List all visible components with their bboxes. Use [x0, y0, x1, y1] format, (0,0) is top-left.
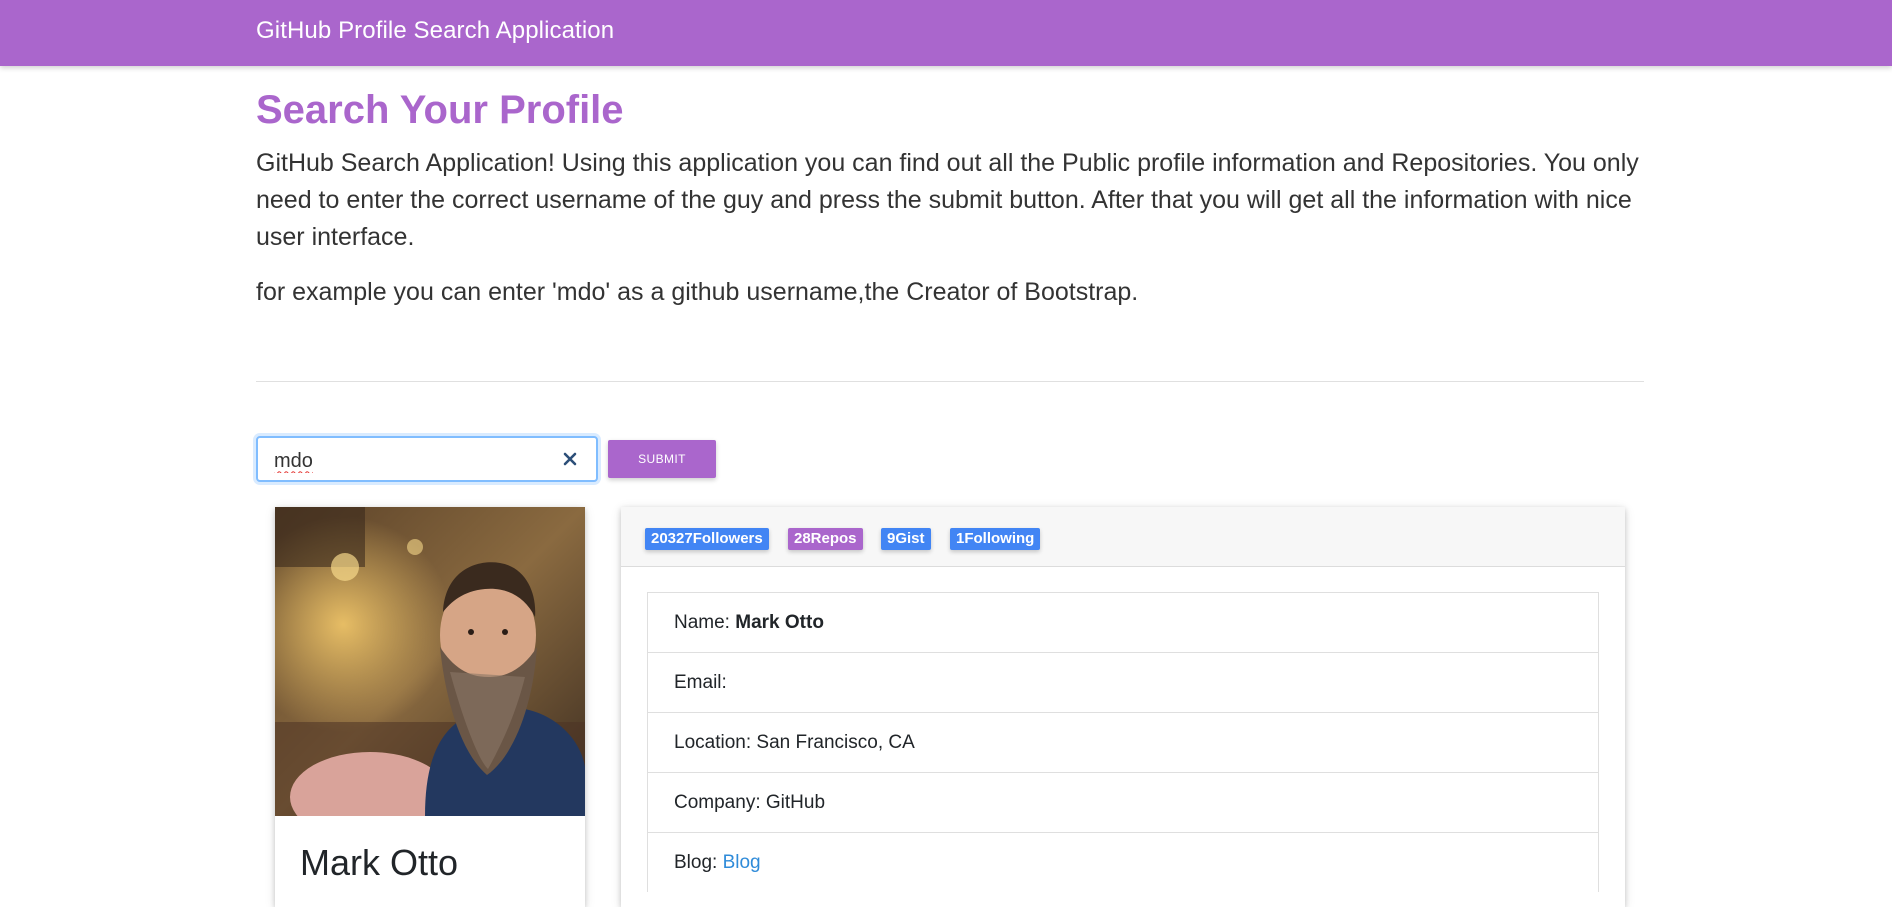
navbar-brand[interactable]: GitHub Profile Search Application	[256, 17, 614, 45]
close-x-icon[interactable]	[560, 449, 580, 469]
list-item-name: Name: Mark Otto	[647, 592, 1599, 652]
user-photo	[275, 507, 585, 816]
profile-info-list: Name: Mark Otto Email: Location: San Fra…	[647, 592, 1599, 892]
followers-badge: 20327Followers	[645, 528, 769, 550]
name-value: Mark Otto	[735, 612, 824, 633]
company-value: GitHub	[765, 792, 826, 813]
gist-badge: 9Gist	[881, 528, 931, 550]
following-badge: 1Following	[950, 528, 1041, 550]
page-title: Search Your Profile	[256, 88, 624, 132]
stats-header: 20327Followers 28Repos 9Gist 1Following	[621, 507, 1625, 567]
repos-badge: 28Repos	[788, 528, 863, 550]
list-item-company: Company: GitHub	[647, 772, 1599, 832]
list-item-blog: Blog: Blog	[647, 832, 1599, 892]
location-label: Location:	[674, 732, 757, 753]
list-item-location: Location: San Francisco, CA	[647, 712, 1599, 772]
navbar: GitHub Profile Search Application	[0, 0, 1892, 66]
example-text: for example you can enter 'mdo' as a git…	[256, 278, 1139, 306]
blog-link[interactable]: Blog	[723, 852, 761, 873]
name-label: Name:	[674, 612, 736, 633]
location-value: San Francisco, CA	[756, 732, 915, 753]
company-label: Company:	[674, 792, 766, 813]
search-box	[256, 436, 598, 482]
details-card: 20327Followers 28Repos 9Gist 1Following …	[621, 507, 1625, 907]
username-input[interactable]	[272, 446, 556, 476]
divider	[256, 381, 1644, 382]
submit-button[interactable]: SUBMIT	[608, 440, 716, 478]
profile-card: Mark Otto	[275, 507, 585, 907]
email-label: Email:	[674, 672, 727, 693]
list-item-email: Email:	[647, 652, 1599, 712]
intro-paragraph: GitHub Search Application! Using this ap…	[256, 149, 1639, 251]
profile-name: Mark Otto	[300, 842, 459, 883]
blog-label: Blog:	[674, 852, 723, 873]
